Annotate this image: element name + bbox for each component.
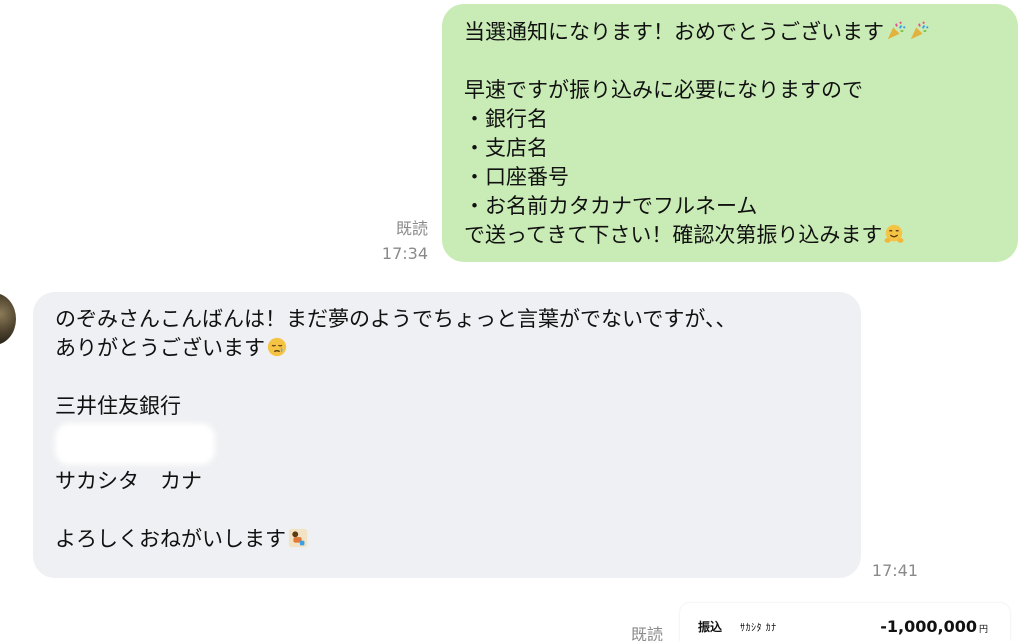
outgoing-line: ・銀行名 [464,107,548,131]
outgoing-read-receipt: 既読 [395,219,428,238]
transfer-amount: -1,000,000 円 [880,617,988,636]
outgoing-blank-line [464,47,1000,76]
transfer-screenshot-card[interactable]: 振込 ｻｶｼﾀ ｶﾅ -1,000,000 円 [680,603,1010,641]
crying-face-icon [267,337,287,357]
transfer-amount-value: -1,000,000 [880,617,977,636]
outgoing-line-text: で送ってきて下さい！確認次第振り込みます [464,223,883,247]
outgoing-line: ・お名前カタカナでフルネーム [464,194,758,218]
party-popper-icon [910,21,929,40]
incoming-line: ありがとうございます [55,334,843,363]
redacted-account-info [55,423,215,465]
outgoing-line: 早速ですが振り込みに必要になりますので [464,78,863,102]
chat-view: 当選通知になります！おめでとうございます 早速ですが振り込みに必要になりますので… [0,0,1024,641]
incoming-line: のぞみさんこんばんは！まだ夢のようでちょっと言葉がでないですが、、 [55,307,737,331]
incoming-line: サカシタ カナ [55,469,202,493]
outgoing-line: ・口座番号 [464,165,569,189]
incoming-blank-line [55,363,843,392]
outgoing-line-text: 当選通知になります！おめでとうございます [464,20,884,44]
bowing-person-icon [288,528,308,548]
incoming-line-text: よろしくおねがいします [55,527,286,551]
transfer-type-label: 振込 [698,620,723,634]
hugging-face-icon [884,224,904,243]
bottom-read-receipt: 既読 [630,625,663,641]
avatar[interactable] [0,293,16,345]
outgoing-line: 当選通知になります！おめでとうございます [464,18,1000,47]
transfer-currency: 円 [978,625,988,635]
incoming-blank-line [55,496,843,525]
transfer-recipient-name: ｻｶｼﾀ ｶﾅ [740,623,777,634]
outgoing-line: で送ってきて下さい！確認次第振り込みます [464,221,1000,250]
incoming-line: よろしくおねがいします [55,525,843,554]
incoming-line: 三井住友銀行 [55,394,181,418]
incoming-message-bubble[interactable]: のぞみさんこんばんは！まだ夢のようでちょっと言葉がでないですが、、 ありがとうご… [33,292,861,578]
outgoing-timestamp: 17:34 [381,244,428,263]
outgoing-message-bubble[interactable]: 当選通知になります！おめでとうございます 早速ですが振り込みに必要になりますので… [442,4,1018,262]
party-popper-icon [887,21,906,40]
incoming-timestamp: 17:41 [871,561,918,580]
incoming-line-text: ありがとうございます [55,336,265,360]
outgoing-line: ・支店名 [464,136,548,160]
